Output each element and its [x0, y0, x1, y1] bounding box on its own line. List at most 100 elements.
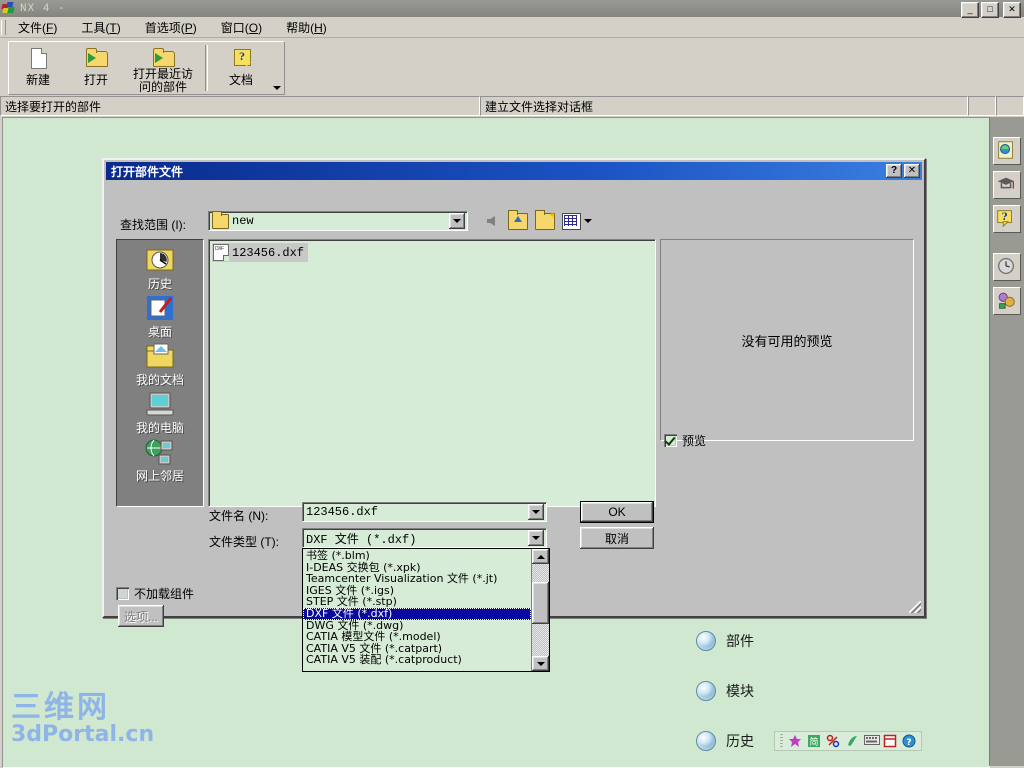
no-load-components-checkbox[interactable]: 不加载组件	[116, 585, 194, 602]
file-name-dropdown-button[interactable]	[528, 504, 544, 520]
toolbar-open-recent-button[interactable]: 打开最近访 问的部件	[125, 42, 201, 94]
checkbox-box[interactable]	[116, 587, 129, 600]
dropdown-option[interactable]: CATIA 模型文件 (*.model)	[303, 631, 531, 643]
menu-file[interactable]: 文件(F)	[6, 18, 69, 37]
new-document-icon	[25, 47, 51, 71]
file-name-label: 文件名 (N):	[209, 509, 269, 523]
resource-item-parts[interactable]: 部件	[696, 631, 754, 651]
minimize-button[interactable]: _	[961, 2, 979, 18]
file-name-combobox[interactable]: 123456.dxf	[302, 502, 547, 522]
menubar: 文件(F) 工具(T) 首选项(P) 窗口(O) 帮助(H)	[0, 18, 1024, 38]
ime-help-icon[interactable]: ?	[902, 734, 916, 748]
restore-button[interactable]: □	[981, 2, 999, 18]
new-folder-button[interactable]: ✦	[534, 209, 556, 231]
back-arrow-icon	[487, 216, 495, 226]
look-in-combobox[interactable]: new	[208, 210, 468, 231]
open-part-file-dialog: 打开部件文件 ? ✕ 查找范围 (I): new ✦ 历史 桌面 我的文档 我的…	[102, 158, 926, 672]
toolbar-new-label: 新建	[25, 73, 50, 87]
close-button[interactable]: ✕	[1003, 2, 1021, 18]
drag-handle[interactable]	[780, 734, 783, 748]
dialog-titlebar: 打开部件文件 ? ✕	[106, 162, 922, 180]
ime-toolbar[interactable]: 简 ?	[774, 731, 922, 751]
toolbar-overflow-button[interactable]	[270, 42, 284, 94]
preview-message: 没有可用的预览	[741, 333, 833, 349]
file-type-combobox[interactable]: DXF 文件 (*.dxf)	[302, 528, 547, 548]
view-menu-icon	[562, 212, 581, 230]
file-type-dropdown-button[interactable]	[528, 530, 544, 546]
up-one-level-button[interactable]	[507, 209, 529, 231]
ime-mode-icon[interactable]: 简	[807, 734, 821, 748]
menu-window-accel: O	[248, 21, 259, 35]
menu-preferences[interactable]: 首选项(P)	[133, 18, 209, 37]
menu-tools[interactable]: 工具(T)	[69, 18, 132, 37]
file-type-label: 文件类型 (T):	[209, 535, 279, 549]
sphere-icon	[696, 631, 716, 651]
toolbar-open-button[interactable]: 打开	[67, 42, 125, 94]
file-type-dropdown-list[interactable]: 书签 (*.blm) I-DEAS 交换包 (*.xpk) Teamcenter…	[302, 548, 550, 672]
dock-history-palette-button[interactable]	[993, 253, 1021, 281]
list-item[interactable]: 123456.dxf	[212, 243, 309, 262]
checkbox-box[interactable]	[664, 434, 677, 447]
chevron-down-icon	[532, 510, 540, 514]
dock-part-navigator-button[interactable]	[993, 137, 1021, 165]
menu-tools-accel: T	[109, 21, 117, 35]
dropdown-scrollbar[interactable]	[531, 549, 549, 671]
toolbar-open-label: 打开	[83, 73, 108, 87]
dialog-help-button[interactable]: ?	[886, 164, 902, 178]
menu-tools-label: 工具	[81, 21, 106, 35]
file-list[interactable]: 123456.dxf	[208, 239, 656, 507]
toolbar-document-button[interactable]: ? 文档	[212, 42, 270, 94]
site-watermark: 三维网 3dPortal.cn	[11, 693, 154, 747]
place-network-neighborhood[interactable]: 网上邻居	[117, 438, 203, 483]
dialog-resize-grip[interactable]	[909, 601, 921, 613]
chevron-down-icon	[584, 219, 592, 223]
chevron-down-icon	[532, 536, 540, 540]
ok-button[interactable]: OK	[580, 501, 654, 523]
chevron-down-icon	[453, 219, 461, 223]
scroll-down-button[interactable]	[532, 656, 549, 671]
svg-text:简: 简	[809, 736, 818, 748]
scroll-track[interactable]	[532, 564, 549, 656]
back-button[interactable]	[480, 211, 502, 231]
place-history[interactable]: 历史	[117, 246, 203, 291]
ime-chinese-icon[interactable]	[788, 734, 802, 748]
dialog-close-button[interactable]: ✕	[904, 164, 920, 178]
open-folder-icon	[83, 47, 109, 71]
new-folder-icon: ✦	[535, 209, 556, 230]
menu-window[interactable]: 窗口(O)	[209, 18, 274, 37]
preview-checkbox[interactable]: 预览	[664, 432, 706, 449]
dialog-body: 查找范围 (I): new ✦ 历史 桌面 我的文档 我的电脑 网上邻居 DXF…	[104, 182, 924, 672]
view-menu-button[interactable]	[561, 211, 593, 231]
place-desktop[interactable]: 桌面	[117, 294, 203, 339]
place-my-documents[interactable]: 我的文档	[117, 342, 203, 387]
dropdown-option-selected[interactable]: DXF 文件 (*.dxf)	[303, 608, 531, 620]
place-my-computer[interactable]: 我的电脑	[117, 390, 203, 435]
dock-roles-button[interactable]	[993, 171, 1021, 199]
scroll-thumb[interactable]	[532, 582, 549, 624]
file-name-value[interactable]: 123456.dxf	[303, 505, 528, 519]
dropdown-option[interactable]: CATIA V5 装配 (*.catproduct)	[303, 654, 531, 666]
status-cell-extra-1	[968, 96, 996, 116]
options-button: 选项...	[118, 605, 164, 627]
status-cell-extra-2	[996, 96, 1024, 116]
ime-punct-icon[interactable]	[826, 734, 840, 748]
ime-shape-icon[interactable]	[845, 734, 859, 748]
dropdown-option[interactable]: 书签 (*.blm)	[303, 550, 531, 562]
resource-item-modules[interactable]: 模块	[696, 681, 754, 701]
resource-modules-label: 模块	[726, 683, 754, 699]
menu-help[interactable]: 帮助(H)	[274, 18, 339, 37]
watermark-en: 3dPortal.cn	[11, 722, 155, 747]
toolbar-new-button[interactable]: 新建	[9, 42, 67, 94]
dialog-nav-toolbar: ✦	[480, 209, 593, 231]
resource-item-history[interactable]: 历史 简 ?	[696, 731, 922, 751]
soft-keyboard-icon[interactable]	[883, 734, 897, 748]
resource-bar-dock: ?	[989, 117, 1024, 766]
keyboard-icon[interactable]	[864, 734, 880, 748]
preview-pane: 没有可用的预览	[660, 239, 914, 441]
look-in-dropdown-button[interactable]	[449, 213, 465, 229]
scroll-up-button[interactable]	[532, 549, 549, 564]
history-icon	[144, 246, 176, 276]
dock-web-browser-button[interactable]	[993, 287, 1021, 315]
cancel-button[interactable]: 取消	[580, 527, 654, 549]
dock-help-tip-button[interactable]: ?	[993, 205, 1021, 233]
